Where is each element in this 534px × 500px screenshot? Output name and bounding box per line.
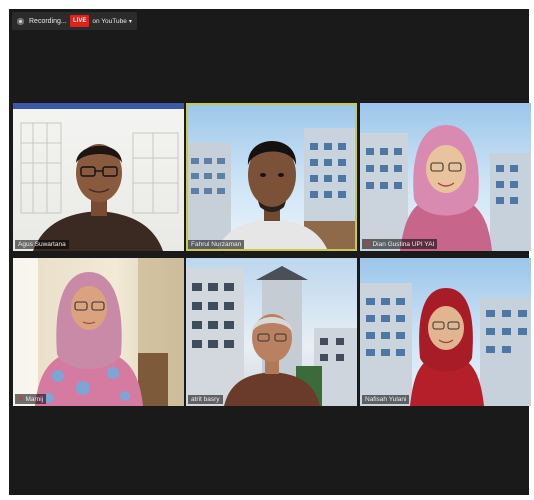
live-badge: LIVE bbox=[70, 15, 90, 27]
mic-muted-icon: ✕ bbox=[365, 241, 371, 248]
participant-name: Fahrul Nurzaman bbox=[191, 241, 242, 248]
video-tile-atrit[interactable]: atrit basry bbox=[186, 258, 357, 406]
video-tile-agus[interactable]: Agus Suwartana bbox=[13, 103, 184, 251]
participant-name: Agus Suwartana bbox=[18, 241, 66, 248]
participant-name-label: ✕ Marnij bbox=[15, 394, 47, 404]
participant-video bbox=[360, 125, 531, 251]
live-stream-button[interactable]: LIVE on YouTube ▾ bbox=[68, 12, 137, 30]
video-tile-marnij[interactable]: ✕ Marnij bbox=[13, 258, 184, 406]
participant-name-label: ✕ Dian Gustina UPI YAI bbox=[362, 239, 438, 249]
video-tile-dian[interactable]: ✕ Dian Gustina UPI YAI bbox=[360, 103, 531, 251]
video-tile-nafisah[interactable]: Nafisah Yulani bbox=[360, 258, 531, 406]
participant-name-label: Nafisah Yulani bbox=[362, 395, 410, 404]
meeting-stage: Recording... LIVE on YouTube ▾ Agus Suwa… bbox=[9, 9, 531, 495]
participant-name: Nafisah Yulani bbox=[365, 396, 407, 403]
recording-label: Recording... bbox=[29, 17, 67, 25]
participant-name: Marnij bbox=[25, 396, 44, 403]
participant-video bbox=[186, 128, 357, 251]
participant-name: Dian Gustina UPI YAI bbox=[372, 241, 435, 248]
recording-indicator[interactable]: Recording... bbox=[12, 12, 75, 30]
participant-video bbox=[13, 258, 184, 406]
chevron-down-icon: ▾ bbox=[128, 18, 132, 25]
participant-name: atrit basry bbox=[191, 396, 220, 403]
participant-name-label: Fahrul Nurzaman bbox=[188, 240, 245, 249]
video-tile-fahrul[interactable]: Fahrul Nurzaman bbox=[186, 103, 357, 251]
participant-name-label: Agus Suwartana bbox=[15, 240, 69, 249]
participant-name-label: atrit basry bbox=[188, 395, 223, 404]
record-icon bbox=[17, 17, 24, 25]
mic-muted-icon: ✕ bbox=[18, 396, 24, 403]
participant-video bbox=[186, 266, 357, 406]
live-stream-label: on YouTube bbox=[92, 17, 127, 25]
participant-video bbox=[360, 283, 531, 406]
participant-video bbox=[13, 103, 184, 251]
